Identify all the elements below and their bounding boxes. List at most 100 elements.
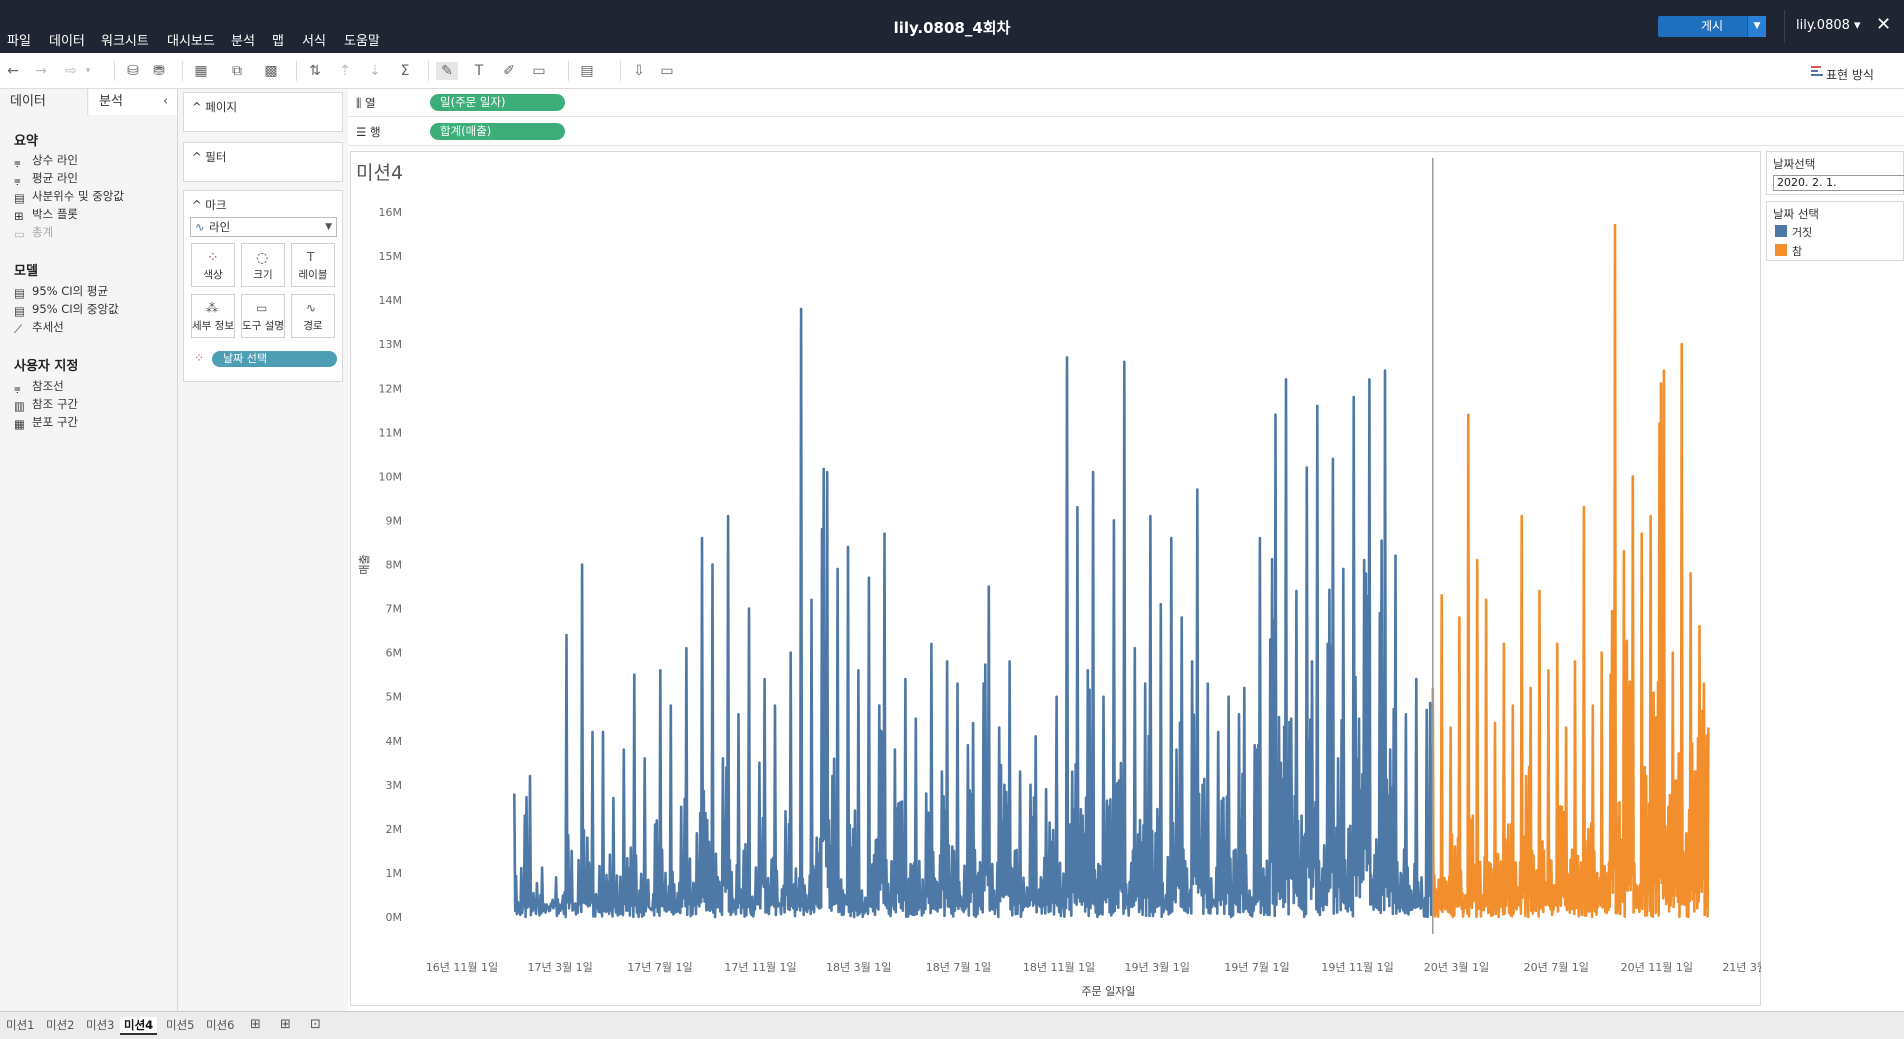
divider [620, 61, 621, 81]
y-tick-label: 16M [379, 206, 403, 219]
item-label: 상수 라인 [32, 153, 78, 167]
rows-pill[interactable]: 합계(매출) [430, 123, 565, 140]
analytics-item[interactable]: ⩦ 평균 라인 [14, 170, 78, 187]
undo-icon[interactable]: ← [2, 62, 24, 80]
menu-analysis[interactable]: 분석 [231, 30, 255, 49]
line-chart[interactable]: 0M 1M 2M 3M 4M 5M 6M 7M 8M 9M 10M 11M 12M 13M 14M 15M 16… [350, 151, 1761, 1006]
y-tick-label: 14M [379, 294, 403, 307]
tooltip-button[interactable]: ▭ 도구 설명 [241, 294, 285, 338]
analytics-item[interactable]: ⟋ 추세선 [14, 319, 64, 336]
section-model: 모델 [14, 264, 38, 279]
new-dashboard-icon[interactable]: ⊞ [276, 1017, 295, 1032]
y-tick-label: 6M [386, 647, 403, 660]
constant-line-icon: ⩦ [14, 155, 21, 169]
analytics-item[interactable]: ▥ 참조 구간 [14, 396, 78, 413]
legend-swatch-false[interactable] [1775, 225, 1787, 237]
swap-axes-icon[interactable]: ⇅ [304, 62, 326, 80]
format-icon[interactable]: ▤ [576, 62, 598, 80]
collapse-pane-icon[interactable]: ‹ [163, 94, 168, 109]
new-story-icon[interactable]: ⊡ [306, 1017, 325, 1032]
x-tick-label: 19년 11월 1일 [1321, 960, 1393, 974]
mark-type-select[interactable]: ∿ 라인 ▼ [190, 217, 337, 237]
item-label: 사분위수 및 중앙값 [32, 189, 124, 203]
annotate-icon[interactable]: ✐ [498, 62, 520, 80]
divider [182, 61, 183, 81]
path-button[interactable]: ∿ 경로 [291, 294, 335, 338]
analytics-item[interactable]: ⩦ 참조선 [14, 378, 64, 395]
parameter-input[interactable]: 2020. 2. 1. [1773, 175, 1904, 191]
chevron-down-icon[interactable]: ▾ [82, 62, 94, 80]
y-tick-label: 0M [386, 911, 403, 924]
menu-format[interactable]: 서식 [302, 30, 326, 49]
label-button[interactable]: T 레이블 [291, 243, 335, 287]
new-datasource-icon[interactable]: ⛁ [122, 62, 144, 80]
new-worksheet-icon[interactable]: ⊞ [246, 1017, 265, 1032]
legend-label-true[interactable]: 참 [1792, 243, 1802, 259]
size-button[interactable]: ◌ 크기 [241, 243, 285, 287]
analytics-item[interactable]: ⩦ 상수 라인 [14, 152, 78, 169]
tooltip-icon: ▭ [256, 301, 268, 315]
analytics-item[interactable]: ▤ 95% CI의 평균 [14, 283, 108, 300]
pages-card[interactable]: ^ 페이지 [183, 92, 343, 132]
tab-data[interactable]: 데이터 [0, 89, 88, 115]
sheet-tab[interactable]: 미션6 [202, 1017, 238, 1033]
median-icon: ▤ [14, 191, 25, 205]
divider [428, 61, 429, 81]
y-tick-label: 10M [379, 470, 403, 483]
sheet-tab[interactable]: 미션3 [82, 1017, 118, 1033]
user-menu[interactable]: lily.0808 ▾ [1796, 18, 1861, 33]
show-me-icon[interactable] [1810, 64, 1824, 78]
show-labels-icon[interactable]: T [468, 62, 490, 80]
analytics-item[interactable]: ⊞ 박스 플롯 [14, 206, 78, 223]
sort-asc-icon[interactable]: ⇡ [334, 62, 356, 80]
tooltip-icon[interactable]: ⇩ [628, 62, 650, 80]
rows-icon: ☰ [356, 125, 370, 139]
x-tick-label: 21년 3월 1일 [1722, 960, 1761, 974]
replay-icon[interactable]: ⇨ [60, 62, 82, 80]
menu-data[interactable]: 데이터 [49, 30, 85, 49]
sheet-tab-active[interactable]: 미션4 [120, 1017, 158, 1035]
close-icon[interactable]: ✕ [1876, 14, 1891, 35]
sheet-tab[interactable]: 미션2 [42, 1017, 78, 1033]
x-tick-label: 18년 11월 1일 [1023, 960, 1095, 974]
y-tick-label: 12M [379, 382, 403, 395]
box-plot-icon: ⊞ [14, 209, 24, 223]
menu-file[interactable]: 파일 [7, 30, 31, 49]
totals-icon[interactable]: Σ [394, 62, 416, 80]
menu-help[interactable]: 도움말 [344, 30, 380, 49]
legend-swatch-true[interactable] [1775, 244, 1787, 256]
color-button[interactable]: ⁘ 색상 [191, 243, 235, 287]
detail-label: 세부 정보 [192, 320, 234, 332]
item-label: 박스 플롯 [32, 207, 78, 221]
x-tick-label: 17년 3월 1일 [527, 960, 592, 974]
y-tick-label: 11M [379, 426, 403, 439]
menu-map[interactable]: 맵 [272, 30, 284, 49]
redo-icon[interactable]: → [30, 62, 52, 80]
show-me-button[interactable]: 표현 방식 [1826, 66, 1874, 83]
detail-button[interactable]: ⁂ 세부 정보 [191, 294, 235, 338]
fit-icon[interactable]: ▭ [528, 62, 550, 80]
sheet-tab[interactable]: 미션5 [162, 1017, 198, 1033]
filters-card[interactable]: ^ 필터 [183, 142, 343, 182]
pause-updates-icon[interactable]: ⛃ [148, 62, 170, 80]
menu-dashboard[interactable]: 대시보드 [167, 30, 215, 49]
menu-worksheet[interactable]: 워크시트 [101, 30, 149, 49]
sheet-tab[interactable]: 미션1 [2, 1017, 38, 1033]
presentation-icon[interactable]: ▭ [656, 62, 678, 80]
columns-pill[interactable]: 일(주문 일자) [430, 94, 565, 111]
x-tick-label: 20년 7월 1일 [1524, 960, 1589, 974]
clear-sheet-icon[interactable]: ▩ [260, 62, 282, 80]
sort-desc-icon[interactable]: ⇣ [364, 62, 386, 80]
workbook-title: lily.0808_4회차 [893, 19, 1011, 37]
legend-label-false[interactable]: 거짓 [1792, 224, 1812, 240]
color-icon: ⁘ [207, 250, 219, 266]
analytics-item: ▭ 총계 [14, 224, 53, 241]
highlight-icon[interactable]: ✎ [436, 62, 458, 80]
publish-dropdown-icon[interactable]: ▼ [1747, 16, 1766, 37]
duplicate-sheet-icon[interactable]: ⧉ [226, 62, 248, 80]
analytics-item[interactable]: ▤ 사분위수 및 중앙값 [14, 188, 124, 205]
color-field-pill[interactable]: 날짜 선택 [212, 351, 337, 367]
new-worksheet-icon[interactable]: ▦ [190, 62, 212, 80]
analytics-item[interactable]: ▤ 95% CI의 중앙값 [14, 301, 119, 318]
analytics-item[interactable]: ▦ 분포 구간 [14, 414, 78, 431]
